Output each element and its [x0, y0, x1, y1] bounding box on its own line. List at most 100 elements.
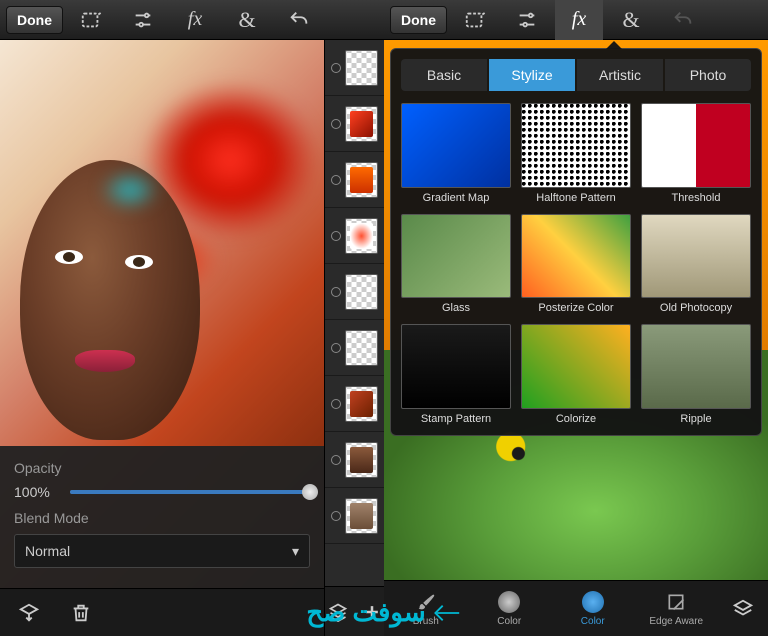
layer-item[interactable] — [325, 40, 384, 96]
fx-item[interactable]: Halftone Pattern — [521, 103, 631, 204]
effects-tabs: BasicStylizeArtisticPhoto — [401, 59, 751, 91]
adjustments-icon[interactable] — [119, 0, 167, 40]
blend-mode-select[interactable]: Normal ▾ — [14, 534, 310, 568]
fx-thumbnail — [641, 214, 751, 299]
brush-tool[interactable]: Brush — [384, 581, 468, 636]
layer-item[interactable] — [325, 488, 384, 544]
layers-sidebar — [324, 40, 384, 636]
fx-item[interactable]: Stamp Pattern — [401, 324, 511, 425]
adjustments-icon[interactable] — [503, 0, 551, 40]
color-label: Color — [581, 616, 605, 627]
layer-props-panel: Opacity 100% Blend Mode Normal ▾ — [0, 446, 324, 588]
fx-thumbnail — [641, 103, 751, 188]
layers-toggle[interactable] — [718, 581, 768, 636]
visibility-dot-icon[interactable] — [331, 455, 341, 465]
fx-name: Halftone Pattern — [536, 192, 616, 204]
fx-tab-photo[interactable]: Photo — [665, 59, 751, 91]
brush-label: Brush — [413, 616, 439, 627]
topbar-right: Done fx & — [384, 0, 768, 40]
opacity-slider[interactable] — [70, 490, 310, 494]
selection-tool-icon[interactable] — [451, 0, 499, 40]
screen-fx: Done fx & BasicStylizeArtisticPhoto Grad… — [384, 0, 768, 636]
effects-panel: BasicStylizeArtisticPhoto Gradient Map H… — [390, 48, 762, 436]
fx-thumbnail — [521, 324, 631, 409]
visibility-dot-icon[interactable] — [331, 511, 341, 521]
color-blue[interactable]: Color — [551, 581, 635, 636]
fx-name: Old Photocopy — [660, 302, 732, 314]
fx-thumbnail — [401, 103, 511, 188]
fx-tab-basic[interactable]: Basic — [401, 59, 487, 91]
fx-name: Gradient Map — [423, 192, 490, 204]
circle-icon — [498, 591, 520, 613]
layer-thumbnail — [345, 106, 378, 142]
layer-item[interactable] — [325, 96, 384, 152]
color-grey[interactable]: Color — [468, 581, 552, 636]
fx-icon[interactable]: fx — [171, 0, 219, 40]
layer-thumbnail — [345, 442, 378, 478]
layer-item[interactable] — [325, 152, 384, 208]
add-layer-icon[interactable] — [362, 602, 382, 622]
fx-item[interactable]: Threshold — [641, 103, 751, 204]
fx-tab-artistic[interactable]: Artistic — [577, 59, 663, 91]
layer-thumbnail — [345, 162, 378, 198]
merge-down-icon[interactable] — [18, 602, 40, 624]
fx-item[interactable]: Old Photocopy — [641, 214, 751, 315]
blend-mode-label: Blend Mode — [14, 510, 310, 526]
layer-thumbnail — [345, 218, 378, 254]
undo-icon[interactable] — [659, 0, 707, 40]
fx-thumbnail — [521, 214, 631, 299]
fx-item[interactable]: Glass — [401, 214, 511, 315]
undo-icon[interactable] — [275, 0, 323, 40]
visibility-dot-icon[interactable] — [331, 399, 341, 409]
fx-item[interactable]: Posterize Color — [521, 214, 631, 315]
layers-stack-icon[interactable] — [328, 602, 348, 622]
layer-item[interactable] — [325, 320, 384, 376]
visibility-dot-icon[interactable] — [331, 119, 341, 129]
ampersand-icon[interactable]: & — [607, 0, 655, 40]
opacity-label: Opacity — [14, 460, 310, 476]
edge-aware[interactable]: Edge Aware — [635, 581, 719, 636]
visibility-dot-icon[interactable] — [331, 343, 341, 353]
fx-item[interactable]: Gradient Map — [401, 103, 511, 204]
fx-name: Threshold — [672, 192, 721, 204]
fx-icon[interactable]: fx — [555, 0, 603, 40]
brush-icon — [414, 590, 438, 614]
selection-tool-icon[interactable] — [67, 0, 115, 40]
layer-thumbnail — [345, 274, 378, 310]
fx-name: Stamp Pattern — [421, 413, 491, 425]
layer-item[interactable] — [325, 264, 384, 320]
fx-item[interactable]: Colorize — [521, 324, 631, 425]
done-button[interactable]: Done — [390, 6, 447, 34]
visibility-dot-icon[interactable] — [331, 287, 341, 297]
edge-aware-icon — [664, 590, 688, 614]
fx-name: Posterize Color — [538, 302, 613, 314]
layer-item[interactable] — [325, 432, 384, 488]
topbar-left: Done fx & — [0, 0, 384, 40]
layer-thumbnail — [345, 330, 378, 366]
trash-icon[interactable] — [70, 602, 92, 624]
fx-thumbnail — [521, 103, 631, 188]
layer-thumbnail — [345, 498, 378, 534]
fx-tab-stylize[interactable]: Stylize — [489, 59, 575, 91]
layers-icon — [732, 598, 754, 620]
blend-mode-value: Normal — [25, 543, 70, 559]
fx-item[interactable]: Ripple — [641, 324, 751, 425]
visibility-dot-icon[interactable] — [331, 231, 341, 241]
screen-layers: Done fx & — [0, 0, 384, 636]
right-bottombar: Brush Color Color Edge Aware — [384, 580, 768, 636]
visibility-dot-icon[interactable] — [331, 175, 341, 185]
fx-name: Ripple — [680, 413, 711, 425]
fx-thumbnail — [401, 214, 511, 299]
layer-item[interactable] — [325, 208, 384, 264]
ampersand-icon[interactable]: & — [223, 0, 271, 40]
layer-thumbnail — [345, 50, 378, 86]
fx-name: Colorize — [556, 413, 596, 425]
layer-item[interactable] — [325, 376, 384, 432]
fx-name: Glass — [442, 302, 470, 314]
edge-aware-label: Edge Aware — [649, 616, 703, 627]
left-body: Opacity 100% Blend Mode Normal ▾ — [0, 40, 384, 636]
chevron-down-icon: ▾ — [292, 543, 299, 560]
done-button[interactable]: Done — [6, 6, 63, 34]
visibility-dot-icon[interactable] — [331, 63, 341, 73]
right-body: BasicStylizeArtisticPhoto Gradient Map H… — [384, 40, 768, 580]
